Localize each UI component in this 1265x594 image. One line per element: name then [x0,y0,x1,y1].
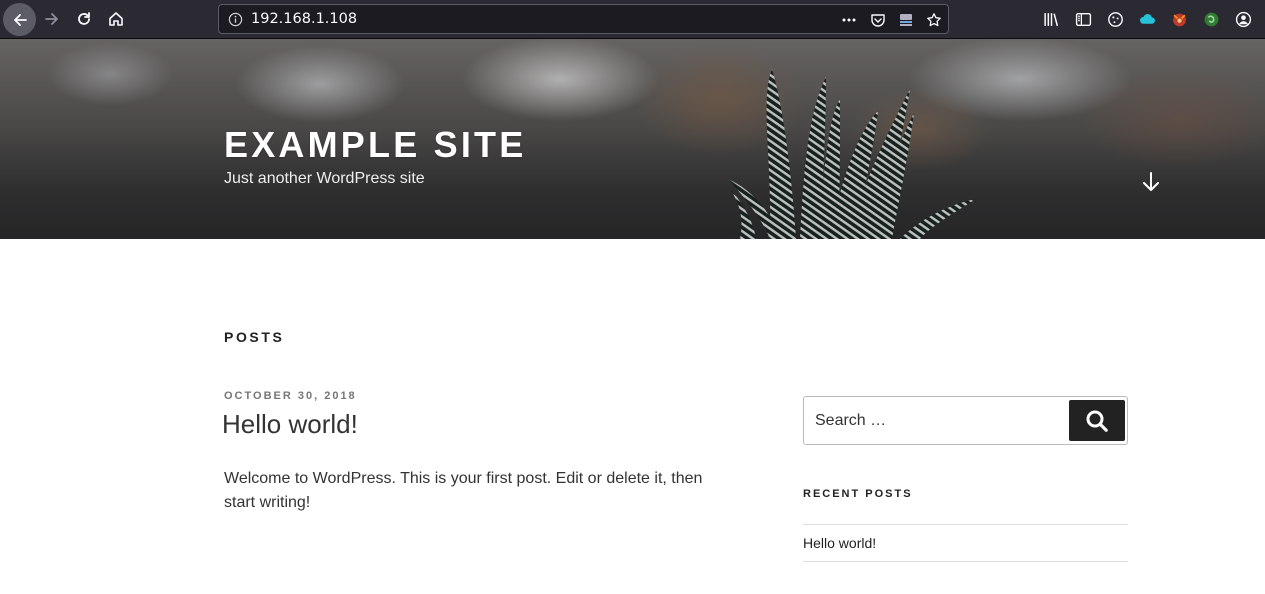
foxyproxy-extension-button[interactable] [1169,9,1189,29]
site-tagline: Just another WordPress site [224,170,425,187]
cloud-extension-button[interactable] [1137,9,1157,29]
cookie-extension-button[interactable] [1105,9,1125,29]
account-button[interactable] [1233,9,1253,29]
url-text[interactable]: 192.168.1.108 [251,11,357,27]
wappalyzer-extension-button[interactable] [1201,9,1221,29]
pocket-icon [871,14,885,27]
reload-button[interactable] [69,4,99,34]
page-actions-button[interactable] [839,10,859,30]
search-icon [1086,410,1108,432]
library-button[interactable] [1041,9,1061,29]
pocket-button[interactable] [868,10,888,30]
reload-icon [78,12,90,25]
post-title[interactable]: Hello world! [222,409,358,440]
sidebar-button[interactable] [1073,9,1093,29]
browser-toolbar: 192.168.1.108 [0,0,1265,39]
account-icon [1235,11,1251,27]
wappalyzer-icon [1204,12,1218,26]
sidebar-icon [1075,12,1091,26]
url-bar[interactable]: 192.168.1.108 [218,4,949,34]
star-icon [927,13,941,27]
post-date[interactable]: OCTOBER 30, 2018 [224,390,357,402]
library-icon [1043,12,1058,26]
site-title[interactable]: EXAMPLE SITE [224,124,526,166]
cookie-icon [1107,11,1123,27]
forward-button[interactable] [37,4,67,34]
back-button[interactable] [3,3,36,36]
recent-posts-title: RECENT POSTS [803,488,913,500]
scroll-down-arrow-icon[interactable] [1140,170,1162,194]
site-header-banner: EXAMPLE SITE Just another WordPress site [0,39,1265,239]
more-horizontal-icon [842,18,856,22]
info-icon[interactable] [228,12,243,27]
home-icon [109,12,123,26]
recent-post-link[interactable]: Hello world! [803,524,1128,562]
search-button[interactable] [1069,400,1125,441]
cloud-icon [1139,13,1155,24]
forward-arrow-icon [45,13,58,25]
recent-posts-list: Hello world! [803,524,1128,562]
header-shade [0,39,1265,239]
fox-extension-icon [1172,13,1186,26]
search-form [803,396,1128,445]
reader-view-icon [900,14,912,26]
page-title: POSTS [224,329,285,345]
bookmark-button[interactable] [924,10,944,30]
post-excerpt: Welcome to WordPress. This is your first… [224,470,703,511]
home-button[interactable] [101,4,131,34]
back-arrow-icon [13,13,27,26]
reader-view-button[interactable] [896,10,916,30]
